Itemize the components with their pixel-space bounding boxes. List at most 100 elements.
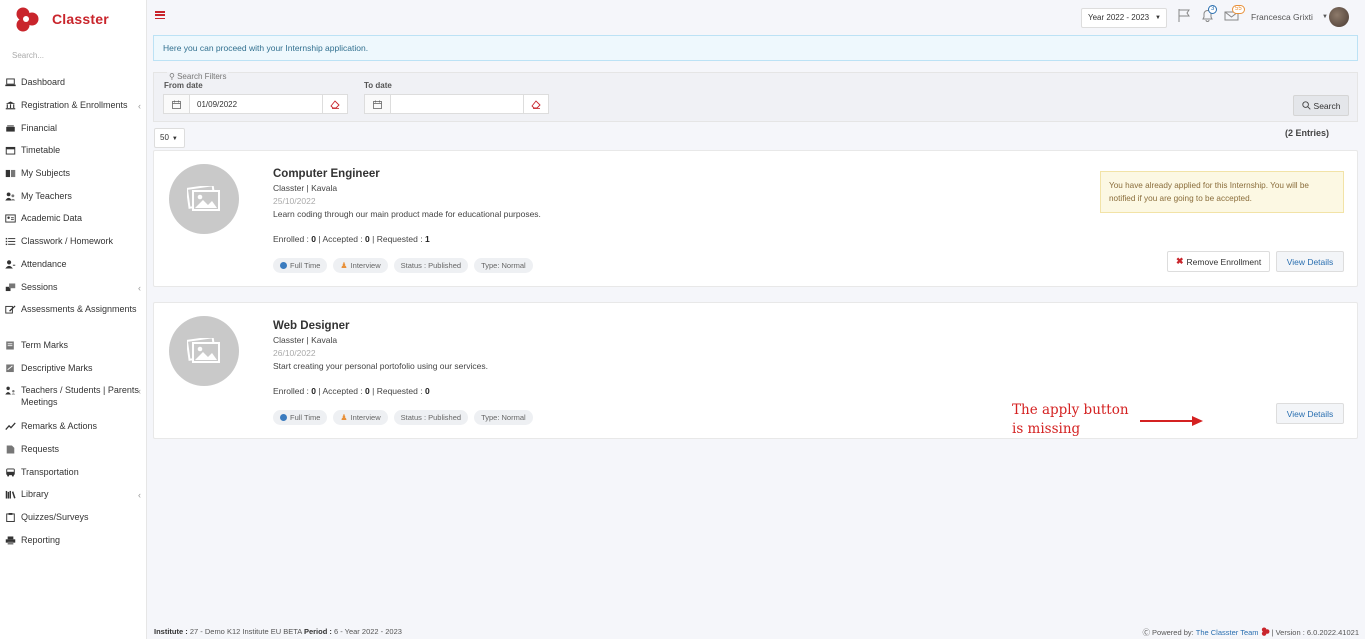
chevron-left-icon: ‹ (138, 490, 141, 500)
id-card-icon (5, 213, 16, 223)
enrolled-label: Enrolled : (273, 234, 309, 244)
menu-toggle-icon[interactable] (155, 11, 165, 21)
page-size-select[interactable]: 50 ▼ (154, 128, 185, 148)
sidebar-item-label: My Teachers (21, 191, 72, 201)
sidebar-item-term-marks[interactable]: Term Marks (0, 339, 147, 351)
remove-enrollment-label: Remove Enrollment (1186, 256, 1262, 267)
internship-title[interactable]: Computer Engineer (273, 168, 380, 180)
internship-tags: Full Time ♟ Interview Status : Published Typ… (273, 258, 533, 273)
year-select-value: Year 2022 - 2023 (1088, 13, 1150, 22)
sidebar-item-assessments-assignments[interactable]: Assessments & Assignments (0, 303, 147, 315)
sidebar-item-label: Financial (21, 123, 58, 133)
version-text: | Version : 6.0.2022.41021 (1271, 628, 1359, 637)
logo[interactable]: Classter (14, 5, 109, 33)
document-icon (5, 444, 16, 454)
image-placeholder-icon (169, 164, 239, 234)
sidebar-item-reporting[interactable]: Reporting (0, 534, 147, 546)
sidebar-item-sessions[interactable]: Sessions ‹ (0, 281, 147, 293)
tag-label: Status : Published (400, 413, 462, 422)
sidebar-item-remarks-actions[interactable]: Remarks & Actions (0, 420, 147, 432)
internship-title[interactable]: Web Designer (273, 320, 349, 332)
chevron-down-icon: ▼ (171, 136, 178, 142)
meeting-icon (5, 386, 16, 395)
from-date-group (163, 94, 348, 114)
to-date-input[interactable] (391, 94, 523, 114)
year-select[interactable]: Year 2022 - 2023 ▼ (1081, 8, 1167, 28)
sidebar-item-registration-enrollments[interactable]: Registration & Enrollments ‹ (0, 99, 147, 111)
internship-org: Classter | Kavala (273, 335, 338, 345)
sidebar-item-label: My Subjects (21, 168, 71, 178)
sidebar-item-label: Quizzes/Surveys (21, 512, 89, 522)
calendar-icon (5, 146, 16, 155)
chevron-left-icon: ‹ (138, 283, 141, 293)
from-date-input[interactable] (190, 94, 322, 114)
calendar-icon[interactable] (163, 94, 190, 114)
sidebar-item-teachers-students-parents-meetings[interactable]: Teachers / Students | Parents Meetings ‹ (0, 384, 147, 408)
bell-icon[interactable]: 3 (1200, 5, 1218, 23)
tag: ♟ Interview (333, 410, 388, 425)
to-date-group (364, 94, 549, 114)
page-size-value: 50 (160, 133, 169, 142)
sidebar-item-timetable[interactable]: Timetable (0, 144, 147, 156)
search-filters: ⚲ Search Filters From date To date Searc… (153, 72, 1358, 122)
internship-description: Learn coding through our main product ma… (273, 209, 541, 219)
flag-icon[interactable] (1177, 8, 1192, 23)
accepted-count: 0 (365, 386, 370, 396)
footer-credits: Ⓒ Powered by: The Classter Team | Versio… (1143, 627, 1359, 638)
avatar[interactable] (1329, 7, 1349, 27)
entries-count: (2 Entries) (1285, 128, 1330, 138)
classter-team-link[interactable]: The Classter Team (1196, 628, 1259, 637)
sidebar-item-classwork-homework[interactable]: Classwork / Homework (0, 235, 147, 247)
internship-date: 26/10/2022 (273, 348, 316, 358)
internship-tags: Full Time ♟ Interview Status : Published Typ… (273, 410, 533, 425)
sidebar-item-financial[interactable]: Financial (0, 122, 147, 134)
view-details-button[interactable]: View Details (1276, 251, 1344, 272)
user-menu-caret-icon[interactable]: ▼ (1322, 14, 1328, 20)
sidebar-item-label: Classwork / Homework (21, 236, 114, 246)
tag: Full Time (273, 410, 328, 425)
internship-description: Start creating your personal portofolio … (273, 361, 488, 371)
sidebar-item-label: Registration & Enrollments (21, 100, 128, 110)
sidebar-item-descriptive-marks[interactable]: Descriptive Marks (0, 362, 147, 374)
accepted-label: Accepted : (322, 234, 363, 244)
remove-enrollment-button[interactable]: ✖ Remove Enrollment (1167, 251, 1271, 272)
copyright-icon: Ⓒ (1142, 628, 1151, 637)
trend-icon (5, 422, 16, 431)
institute-value: 27 - Demo K12 Institute EU BETA (189, 627, 302, 636)
user-name[interactable]: Francesca Grixti (1251, 12, 1313, 22)
sidebar-item-attendance[interactable]: Attendance (0, 258, 147, 270)
sidebar-item-label: Requests (21, 444, 60, 454)
institution-icon (5, 100, 16, 110)
sidebar-item-quizzes-surveys[interactable]: Quizzes/Surveys (0, 511, 147, 523)
messages-badge: 55 (1232, 5, 1245, 14)
envelope-icon[interactable]: 55 (1224, 5, 1245, 23)
sidebar-search-input[interactable] (12, 48, 137, 62)
sidebar-item-academic-data[interactable]: Academic Data (0, 212, 147, 224)
tag: Type: Normal (474, 258, 533, 273)
filters-legend-text: Search Filters (177, 72, 227, 81)
tag-label: Interview (350, 261, 381, 270)
enrolled-label: Enrolled : (273, 386, 309, 396)
view-details-button[interactable]: View Details (1276, 403, 1344, 424)
powered-by-text: Powered by: (1152, 628, 1194, 637)
sidebar-item-requests[interactable]: Requests (0, 443, 147, 455)
footer-institute-info: Institute : 27 - Demo K12 Institute EU B… (154, 627, 402, 636)
list-icon (5, 237, 16, 246)
sidebar-item-label: Descriptive Marks (21, 363, 93, 373)
eraser-icon[interactable] (523, 94, 549, 114)
sidebar-item-my-teachers[interactable]: My Teachers (0, 190, 147, 202)
chevron-left-icon: ‹ (138, 101, 141, 111)
sidebar-item-dashboard[interactable]: Dashboard (0, 76, 147, 88)
sidebar-item-my-subjects[interactable]: My Subjects (0, 167, 147, 179)
sidebar-item-library[interactable]: Library ‹ (0, 488, 147, 500)
sidebar-item-transportation[interactable]: Transportation (0, 466, 147, 478)
to-date-label: To date (364, 81, 392, 90)
chevron-left-icon: ‹ (138, 386, 141, 396)
search-icon: ⚲ (169, 72, 175, 81)
search-button[interactable]: Search (1293, 95, 1349, 116)
search-button-label: Search (1313, 100, 1341, 111)
eraser-icon[interactable] (322, 94, 348, 114)
tag-label: Full Time (290, 413, 321, 422)
calendar-icon[interactable] (364, 94, 391, 114)
internship-card: Computer Engineer Classter | Kavala 25/10/… (153, 150, 1358, 287)
